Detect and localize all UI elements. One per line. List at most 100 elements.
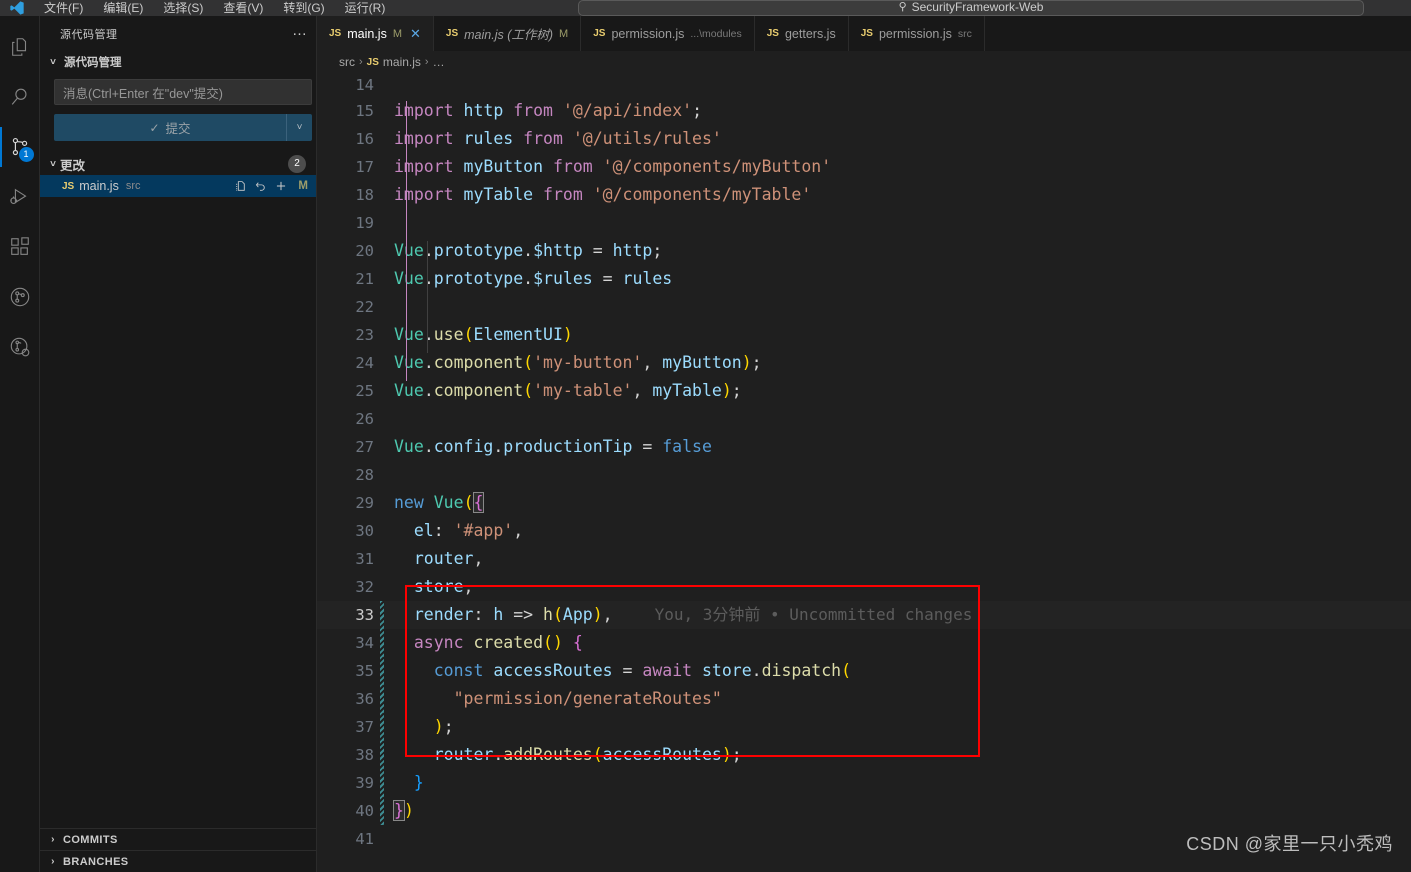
changes-count-badge: 2 bbox=[288, 155, 306, 173]
branches-label: BRANCHES bbox=[63, 855, 129, 868]
code-text: Vue.prototype.$rules = rules bbox=[394, 269, 673, 288]
sidebar-item-source-control[interactable]: 1 bbox=[0, 122, 40, 172]
tab-main-js[interactable]: JS main.js M ✕ bbox=[317, 16, 434, 51]
vscode-logo-icon bbox=[0, 0, 34, 16]
code-line: 40 }) bbox=[317, 797, 1411, 825]
line-number: 25 bbox=[355, 382, 374, 400]
menu-selection[interactable]: 选择(S) bbox=[153, 1, 213, 16]
stage-changes-icon[interactable] bbox=[274, 179, 288, 193]
scm-section-branches[interactable]: › BRANCHES bbox=[40, 850, 316, 872]
more-actions-icon[interactable]: … bbox=[292, 23, 308, 42]
line-number: 28 bbox=[355, 466, 374, 484]
code-text: router, bbox=[413, 549, 484, 568]
bracket-guide bbox=[406, 101, 407, 381]
code-line: 27 Vue.config.productionTip = false bbox=[317, 433, 1411, 461]
git-change-gutter-marker bbox=[380, 713, 384, 741]
line-number: 30 bbox=[355, 522, 374, 540]
code-line: 39 } bbox=[317, 769, 1411, 797]
code-text: Vue.component('my-table', myTable); bbox=[394, 381, 742, 400]
code-line: 34 async created() { bbox=[317, 629, 1411, 657]
code-text: router.addRoutes(accessRoutes); bbox=[433, 745, 742, 764]
chevron-down-icon: ˅ bbox=[50, 158, 56, 170]
tab-label: permission.js bbox=[878, 26, 952, 41]
code-text: import myTable from '@/components/myTabl… bbox=[394, 185, 812, 204]
code-editor[interactable]: 14 15 import http from '@/api/index'; 16… bbox=[317, 73, 1411, 872]
inline-blame-annotation: You, 3分钟前 • Uncommitted changes bbox=[654, 605, 973, 624]
source-control-badge: 1 bbox=[18, 147, 34, 162]
sidebar-item-run-debug[interactable] bbox=[0, 172, 40, 222]
git-change-gutter-marker bbox=[380, 657, 384, 685]
line-number: 26 bbox=[355, 410, 374, 428]
code-line: 26 bbox=[317, 405, 1411, 433]
tab-main-js-worktree[interactable]: JS main.js (工作树) M bbox=[433, 16, 582, 51]
scm-section-label: 源代码管理 bbox=[64, 57, 122, 69]
breadcrumb-folder[interactable]: src bbox=[339, 55, 355, 69]
menu-bar[interactable]: 文件(F) 编辑(E) 选择(S) 查看(V) 转到(G) 运行(R) bbox=[34, 0, 395, 16]
code-line: 32 store, bbox=[317, 573, 1411, 601]
changes-group-header[interactable]: ˅ 更改 2 bbox=[40, 153, 316, 175]
scm-section-commits[interactable]: › COMMITS bbox=[40, 828, 316, 850]
commit-dropdown-button[interactable]: ˅ bbox=[286, 114, 312, 141]
code-text: Vue.component('my-button', myButton); bbox=[394, 353, 762, 372]
vscode-window: 文件(F) 编辑(E) 选择(S) 查看(V) 转到(G) 运行(R) ⚲ Se… bbox=[0, 0, 1411, 872]
tab-label: permission.js bbox=[611, 26, 685, 41]
menu-view[interactable]: 查看(V) bbox=[213, 1, 273, 16]
tab-permission-js-modules[interactable]: JS permission.js ...\modules bbox=[581, 16, 755, 51]
tab-label: getters.js bbox=[784, 26, 836, 41]
title-bar: 文件(F) 编辑(E) 选择(S) 查看(V) 转到(G) 运行(R) ⚲ Se… bbox=[0, 0, 1411, 16]
discard-changes-icon[interactable] bbox=[254, 180, 267, 193]
menu-edit[interactable]: 编辑(E) bbox=[93, 1, 153, 16]
commit-button-label: 提交 bbox=[165, 122, 191, 136]
line-number: 16 bbox=[355, 130, 374, 148]
code-text: import rules from '@/utils/rules' bbox=[394, 129, 722, 148]
line-number: 29 bbox=[355, 494, 374, 512]
sidebar-item-explorer[interactable] bbox=[0, 22, 40, 72]
command-center-search[interactable]: ⚲ SecurityFramework-Web bbox=[578, 0, 1364, 16]
scm-section-header[interactable]: ˅ 源代码管理 bbox=[40, 51, 316, 73]
breadcrumb[interactable]: src › JS main.js › … bbox=[317, 51, 1411, 73]
editor-tab-bar: JS main.js M ✕ JS main.js (工作树) M JS per… bbox=[317, 16, 1411, 51]
code-text: new Vue({ bbox=[394, 492, 485, 513]
code-line: 30 el: '#app', bbox=[317, 517, 1411, 545]
sidebar-item-gitlens[interactable] bbox=[0, 272, 40, 322]
sidebar-item-gitlens-inspect[interactable] bbox=[0, 322, 40, 372]
sidebar-item-extensions[interactable] bbox=[0, 222, 40, 272]
code-line: 33 render: h => h(App), You, 3分钟前 • Uncom… bbox=[317, 601, 1411, 629]
watermark: CSDN @家里一只小秃鸡 bbox=[1186, 834, 1393, 854]
close-icon[interactable]: ✕ bbox=[410, 26, 421, 42]
code-text: el: '#app', bbox=[413, 521, 524, 540]
code-text: const accessRoutes = await store.dispatc… bbox=[433, 661, 852, 680]
breadcrumb-file[interactable]: main.js bbox=[383, 55, 421, 69]
code-line: 38 router.addRoutes(accessRoutes); bbox=[317, 741, 1411, 769]
file-name: main.js bbox=[79, 179, 119, 193]
code-text: render: h => h(App), You, 3分钟前 • Uncommit… bbox=[413, 605, 973, 624]
code-line: 31 router, bbox=[317, 545, 1411, 573]
tab-permission-js-src[interactable]: JS permission.js src bbox=[848, 16, 985, 51]
file-actions: M bbox=[234, 179, 308, 193]
commits-label: COMMITS bbox=[63, 833, 118, 846]
commit-message-input[interactable]: 消息(Ctrl+Enter 在"dev"提交) bbox=[54, 79, 312, 105]
menu-file[interactable]: 文件(F) bbox=[34, 1, 93, 16]
run-debug-icon bbox=[9, 188, 27, 204]
list-item[interactable]: JS main.js src M bbox=[40, 175, 316, 197]
menu-run[interactable]: 运行(R) bbox=[335, 1, 396, 16]
breadcrumb-symbol[interactable]: … bbox=[433, 55, 445, 69]
line-number: 31 bbox=[355, 550, 374, 568]
git-change-gutter-marker bbox=[380, 629, 384, 657]
code-line: 29 new Vue({ bbox=[317, 489, 1411, 517]
sidebar-item-search[interactable] bbox=[0, 72, 40, 122]
chevron-down-icon: ˅ bbox=[296, 122, 303, 133]
line-number: 41 bbox=[355, 830, 374, 848]
code-line: 35 const accessRoutes = await store.disp… bbox=[317, 657, 1411, 685]
code-text: import http from '@/api/index'; bbox=[394, 101, 702, 120]
status-badge: M bbox=[298, 180, 308, 192]
command-center-label: SecurityFramework-Web bbox=[911, 0, 1044, 14]
line-number: 20 bbox=[355, 242, 374, 260]
code-line: 28 bbox=[317, 461, 1411, 489]
commit-button[interactable]: ✓ 提交 bbox=[54, 114, 286, 141]
menu-goto[interactable]: 转到(G) bbox=[273, 1, 334, 16]
line-number: 27 bbox=[355, 438, 374, 456]
tab-getters-js[interactable]: JS getters.js bbox=[754, 16, 849, 51]
open-file-icon[interactable] bbox=[234, 180, 247, 193]
